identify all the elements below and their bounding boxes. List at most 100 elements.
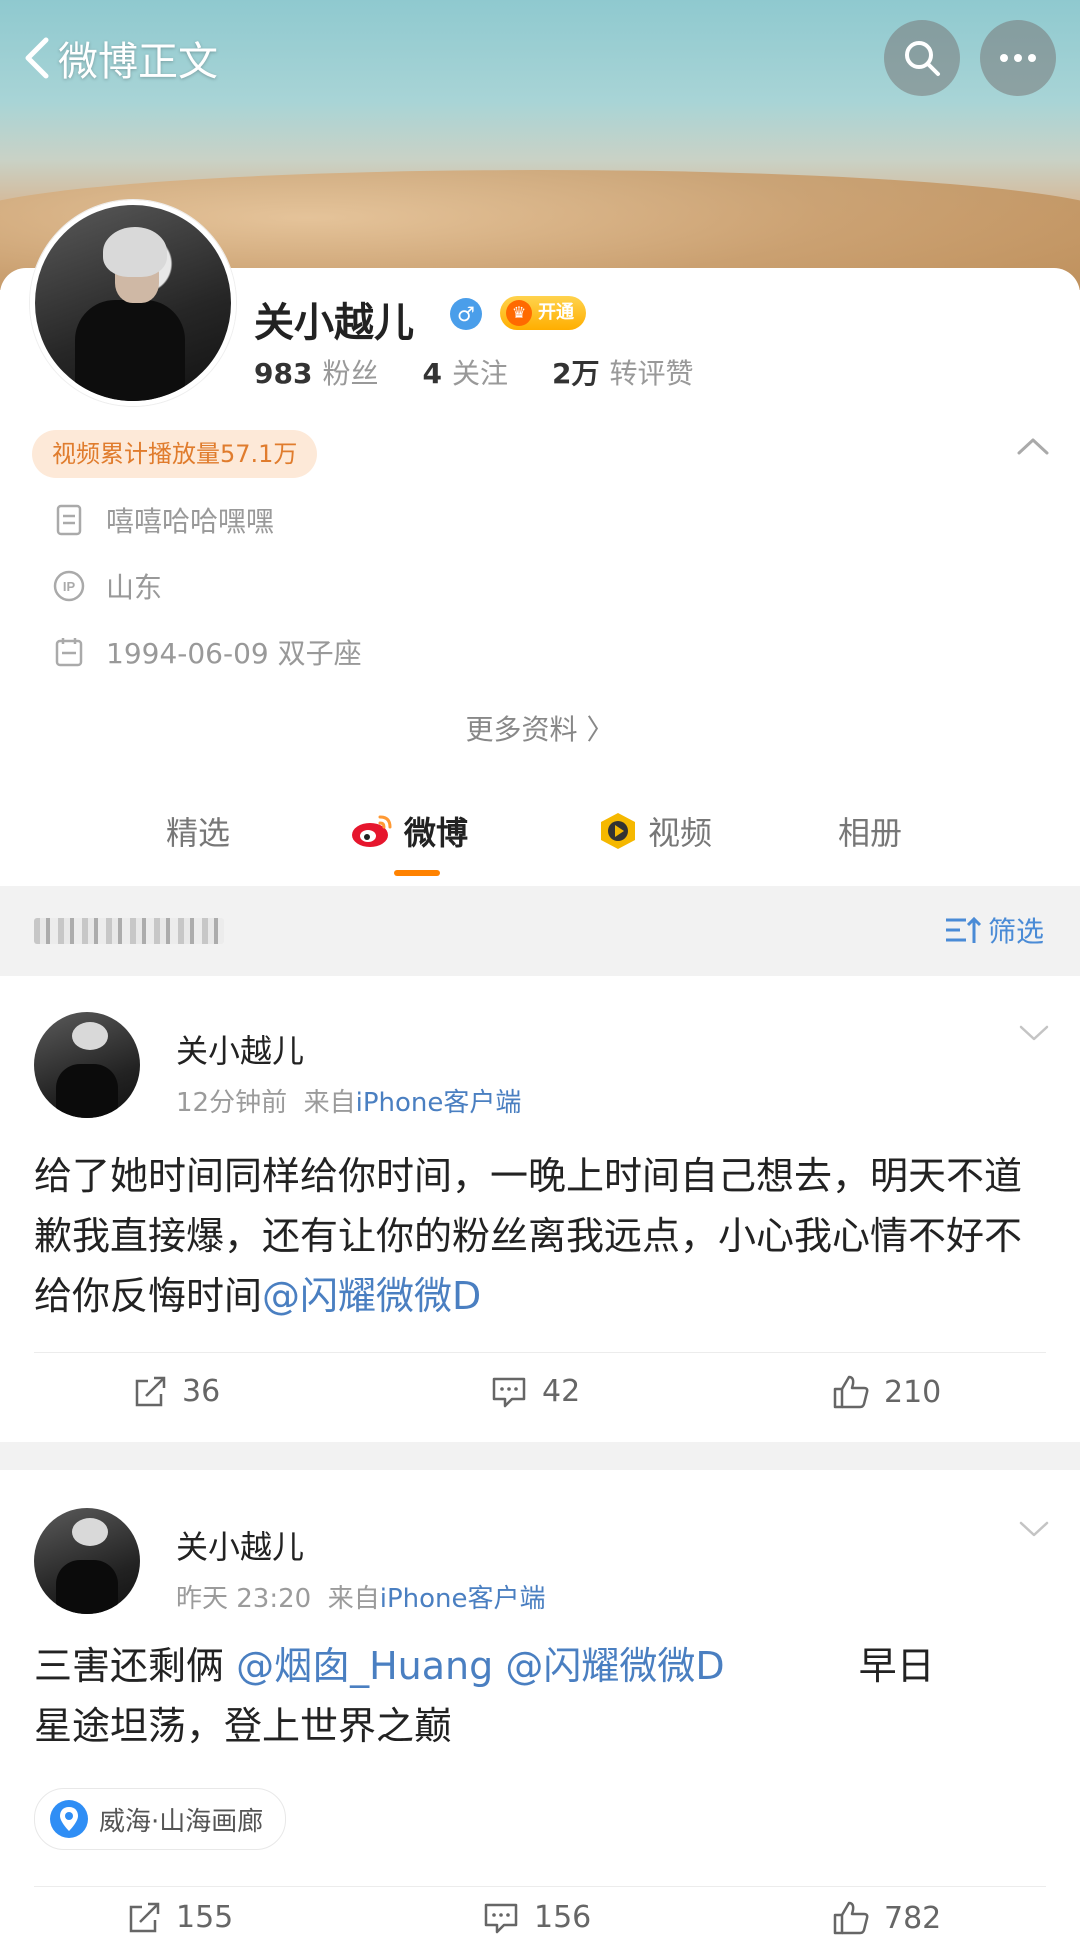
post-time: 12分钟前 <box>176 1088 288 1118</box>
back-label: 微博正文 <box>58 39 218 85</box>
comment-icon <box>484 1903 518 1933</box>
document-icon <box>52 503 86 537</box>
tab-featured[interactable]: 精选 <box>166 808 230 854</box>
following-label: 关注 <box>451 357 508 390</box>
more-button[interactable] <box>980 20 1056 96</box>
mention-link[interactable]: @闪耀微微D <box>505 1644 724 1688</box>
post-divider <box>34 1886 1046 1887</box>
location-label: 威海·山海画廊 <box>99 1806 264 1837</box>
repost-button[interactable]: 36 <box>132 1374 220 1409</box>
svg-text:IP: IP <box>63 579 76 594</box>
chevron-down-icon <box>1019 1025 1049 1041</box>
tab-video[interactable]: 视频 <box>598 808 712 854</box>
filter-button[interactable]: 筛选 <box>944 910 1044 950</box>
comment-icon <box>492 1377 526 1407</box>
like-thumb-icon <box>833 1901 869 1935</box>
search-button[interactable] <box>884 20 960 96</box>
repost-icon <box>135 1376 166 1406</box>
feed-separator <box>0 1442 1080 1470</box>
tab-album-label: 相册 <box>838 814 903 852</box>
verified-gender-icon: ♂ <box>450 298 482 330</box>
post-source[interactable]: iPhone客户端 <box>380 1584 546 1614</box>
post-menu-button[interactable] <box>1018 1024 1050 1046</box>
like-count: 782 <box>884 1900 942 1936</box>
like-button[interactable]: 210 <box>832 1374 941 1410</box>
crown-icon: ♛ <box>506 300 532 326</box>
post-text-body: 给了她时间同样给你时间，一晚上时间自己想去，明天不道歉我直接爆，还有让你的粉丝离… <box>34 1154 1023 1318</box>
post-source[interactable]: iPhone客户端 <box>356 1088 522 1118</box>
followers-label: 粉丝 <box>322 357 379 390</box>
comment-count: 156 <box>534 1900 592 1935</box>
ip-icon: IP <box>52 569 86 603</box>
repost-count: 36 <box>182 1374 221 1409</box>
collapse-button[interactable] <box>1016 436 1050 460</box>
blurred-count <box>34 918 224 944</box>
mention-link[interactable]: @烟囱_Huang <box>236 1644 493 1688</box>
video-play-icon <box>601 813 635 849</box>
following-count: 4 <box>422 357 442 390</box>
filter-bar: 筛选 <box>0 886 1080 976</box>
video-plays-badge[interactable]: 视频累计播放量57.1万 <box>32 430 318 478</box>
bio-text: 嘻嘻哈哈嘿嘿 <box>106 505 275 538</box>
tab-weibo[interactable]: 微博 <box>350 808 468 854</box>
profile-stats: 983 粉丝 4 关注 2万 转评赞 <box>254 352 693 392</box>
post-text-end: 星途坦荡，登上世界之巅 <box>34 1704 453 1748</box>
comment-button[interactable]: 42 <box>490 1374 580 1409</box>
interactions-stat[interactable]: 2万 转评赞 <box>552 352 694 392</box>
vip-open-badge[interactable]: ♛ 开通 <box>500 296 586 330</box>
like-button[interactable]: 782 <box>832 1900 941 1936</box>
location-tag[interactable]: 威海·山海画廊 <box>34 1788 287 1850</box>
location-pin-icon <box>50 1800 88 1838</box>
post-text-start: 三害还剩俩 <box>34 1644 225 1688</box>
tab-featured-label: 精选 <box>166 814 231 852</box>
post-avatar[interactable] <box>34 1012 140 1118</box>
tab-video-label: 视频 <box>648 814 713 852</box>
repost-count: 155 <box>176 1900 234 1935</box>
search-icon <box>905 41 940 76</box>
post-author[interactable]: 关小越儿 <box>176 1026 304 1072</box>
like-thumb-icon <box>833 1375 869 1409</box>
chevron-up-icon <box>1017 438 1049 455</box>
ip-row: IP 山东 <box>52 566 162 606</box>
mention-link[interactable]: @闪耀微微D <box>262 1274 481 1318</box>
post-source-prefix: 来自 <box>327 1584 380 1614</box>
post-author[interactable]: 关小越儿 <box>176 1522 304 1568</box>
post-source-prefix: 来自 <box>303 1088 356 1118</box>
followers-count: 983 <box>254 357 313 390</box>
tab-album[interactable]: 相册 <box>838 808 902 854</box>
post-divider <box>34 1352 1046 1353</box>
birthday-row: 1994-06-09 双子座 <box>52 632 362 672</box>
filter-icon <box>945 916 982 943</box>
post-text: 给了她时间同样给你时间，一晚上时间自己想去，明天不道歉我直接爆，还有让你的粉丝离… <box>34 1146 1044 1326</box>
comment-count: 42 <box>542 1374 581 1409</box>
ip-location-text: 山东 <box>106 571 163 604</box>
profile-tabs: 精选 微博 视频 相册 <box>0 790 1080 886</box>
post-avatar[interactable] <box>34 1508 140 1614</box>
profile-name: 关小越儿 <box>254 300 414 346</box>
interactions-label: 转评赞 <box>609 357 694 390</box>
more-info-link[interactable]: 更多资料 〉 <box>0 708 1080 748</box>
interactions-count: 2万 <box>551 357 600 390</box>
filter-label: 筛选 <box>987 915 1044 948</box>
comment-button[interactable]: 156 <box>482 1900 591 1935</box>
back-button[interactable]: 微博正文 <box>22 28 218 88</box>
more-icon <box>1000 54 1036 62</box>
post-meta: 12分钟前 来自iPhone客户端 <box>176 1082 521 1119</box>
calendar-icon <box>52 635 86 669</box>
bio-row: 嘻嘻哈哈嘿嘿 <box>52 500 274 540</box>
post-text: 三害还剩俩 @烟囱_Huang @闪耀微微D 早日 星途坦荡，登上世界之巅 <box>34 1636 1044 1756</box>
post-meta: 昨天 23:20 来自iPhone客户端 <box>176 1578 546 1615</box>
post-time: 昨天 23:20 <box>176 1584 312 1614</box>
post-card[interactable]: 关小越儿 12分钟前 来自iPhone客户端 给了她时间同样给你时间，一晚上时间… <box>0 976 1080 1442</box>
post-card[interactable]: 关小越儿 昨天 23:20 来自iPhone客户端 三害还剩俩 @烟囱_Huan… <box>0 1470 1080 1956</box>
followers-stat[interactable]: 983 粉丝 <box>254 352 378 392</box>
profile-avatar[interactable] <box>30 200 236 406</box>
repost-icon <box>129 1902 160 1932</box>
repost-button[interactable]: 155 <box>126 1900 233 1935</box>
post-menu-button[interactable] <box>1018 1520 1050 1542</box>
birthday-text: 1994-06-09 双子座 <box>106 637 362 670</box>
active-tab-indicator <box>394 870 440 876</box>
following-stat[interactable]: 4 关注 <box>422 352 508 392</box>
tab-weibo-label: 微博 <box>404 814 469 852</box>
weibo-logo-icon <box>352 815 392 847</box>
